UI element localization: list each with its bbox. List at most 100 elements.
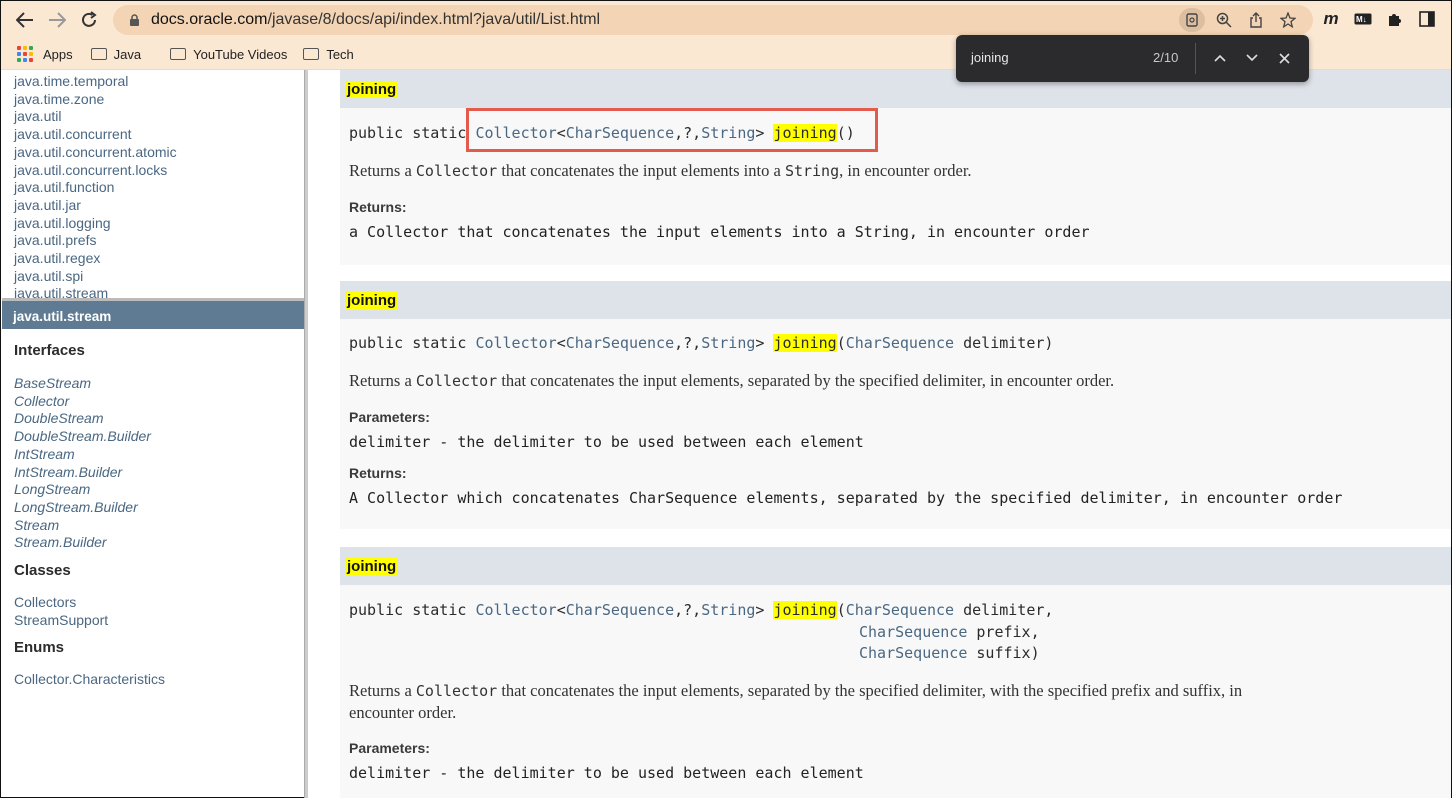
method-signature: public static Collector<CharSequence,?,S… <box>349 600 1053 665</box>
find-next-button[interactable] <box>1241 47 1263 69</box>
class-detail-frame[interactable]: joining public static Collector<CharSequ… <box>308 70 1451 798</box>
m-extension-icon[interactable]: m <box>1319 7 1343 31</box>
find-previous-button[interactable] <box>1209 47 1231 69</box>
sig-params: prefix, <box>967 622 1040 641</box>
type-link[interactable]: CharSequence <box>859 623 967 641</box>
package-link[interactable]: java.util.prefs <box>14 232 304 250</box>
method-detail-block: joining public static Collector<CharSequ… <box>340 70 1451 265</box>
class-link[interactable]: Collectors <box>14 594 304 612</box>
bookmark-apps[interactable]: Apps <box>17 46 73 62</box>
forward-button[interactable] <box>43 6 71 34</box>
package-link[interactable]: java.util.function <box>14 179 304 197</box>
interface-link[interactable]: IntStream <box>14 446 304 464</box>
sig-punct: > <box>755 334 774 352</box>
desc-code: String <box>784 162 840 180</box>
type-link[interactable]: CharSequence <box>566 334 674 352</box>
type-link[interactable]: CharSequence <box>566 601 674 619</box>
bookmark-label: Tech <box>326 46 354 62</box>
find-match-count: 2/10 <box>1153 50 1179 65</box>
method-name-highlight: joining <box>346 291 398 309</box>
interface-link[interactable]: IntStream.Builder <box>14 464 304 482</box>
markdown-extension-icon[interactable]: M↓ <box>1351 7 1375 31</box>
package-link[interactable]: java.util.stream <box>14 285 304 299</box>
type-link[interactable]: Collector <box>475 601 556 619</box>
sig-punct: ( <box>836 601 846 619</box>
method-name-highlight: joining <box>773 601 837 619</box>
package-link[interactable]: java.util.concurrent <box>14 126 304 144</box>
package-link[interactable]: java.util.concurrent.locks <box>14 162 304 180</box>
returns-label: Returns: <box>349 465 407 481</box>
type-link[interactable]: String <box>701 601 755 619</box>
method-signature: public static Collector<CharSequence,?,S… <box>349 334 1053 352</box>
sig-punct: ,?, <box>674 601 702 619</box>
extensions-puzzle-icon[interactable] <box>1383 7 1407 31</box>
package-link[interactable]: java.util.regex <box>14 250 304 268</box>
type-link[interactable]: CharSequence <box>846 601 954 619</box>
interface-link[interactable]: LongStream.Builder <box>14 499 304 517</box>
type-link[interactable]: Collector <box>475 334 556 352</box>
svg-text:M↓: M↓ <box>1356 15 1367 24</box>
package-link[interactable]: java.util.logging <box>14 215 304 233</box>
desc-text: Returns a <box>349 161 416 180</box>
desc-text: , in encounter order. <box>839 161 972 180</box>
close-icon <box>1278 52 1290 64</box>
find-query-input[interactable]: joining <box>971 50 1009 65</box>
desc-code: Collector <box>415 162 498 180</box>
interface-link[interactable]: LongStream <box>14 481 304 499</box>
interface-link[interactable]: Stream.Builder <box>14 534 304 552</box>
reload-button[interactable] <box>75 6 103 34</box>
type-link[interactable]: CharSequence <box>859 644 967 662</box>
bookmark-label: YouTube Videos <box>193 46 288 62</box>
sig-modifiers: public static <box>349 334 476 352</box>
url-path: /javase/8/docs/api/index.html?java/util/… <box>267 11 601 28</box>
address-bar[interactable]: docs.oracle.com/javase/8/docs/api/index.… <box>113 5 1313 35</box>
folder-icon <box>90 48 107 60</box>
interface-link[interactable]: BaseStream <box>14 375 304 393</box>
returns-label: Returns: <box>349 199 407 215</box>
find-close-button[interactable] <box>1273 47 1295 69</box>
find-in-page-icon[interactable] <box>1179 8 1205 32</box>
package-link[interactable]: java.util.spi <box>14 268 304 286</box>
back-button[interactable] <box>11 6 39 34</box>
bookmark-tech[interactable]: Tech <box>303 46 354 62</box>
enum-link[interactable]: Collector.Characteristics <box>14 671 304 689</box>
package-link[interactable]: java.time.temporal <box>14 73 304 91</box>
bookmark-star-icon[interactable] <box>1275 8 1301 32</box>
chevron-up-icon <box>1214 54 1226 62</box>
sig-punct: ,?, <box>674 334 702 352</box>
zoom-icon[interactable] <box>1211 8 1237 32</box>
url-text: docs.oracle.com/javase/8/docs/api/index.… <box>151 11 600 29</box>
method-detail-block: joining public static Collector<CharSequ… <box>340 281 1451 529</box>
bookmark-youtube-videos[interactable]: YouTube Videos <box>170 47 287 62</box>
interface-link[interactable]: Stream <box>14 517 304 535</box>
package-link[interactable]: java.time.zone <box>14 91 304 109</box>
side-panel-icon[interactable] <box>1415 7 1439 31</box>
interface-link[interactable]: Collector <box>14 393 304 411</box>
class-link[interactable]: StreamSupport <box>14 612 304 630</box>
interface-link[interactable]: DoubleStream.Builder <box>14 428 304 446</box>
sig-punct: < <box>556 601 566 619</box>
sig-modifiers: public static <box>349 601 476 619</box>
type-link[interactable]: String <box>701 334 755 352</box>
bookmark-java[interactable]: Java <box>90 47 141 62</box>
type-link[interactable]: CharSequence <box>846 334 954 352</box>
sig-punct: < <box>556 334 566 352</box>
parameters-label: Parameters: <box>349 740 430 756</box>
bookmark-label: Apps <box>43 46 73 62</box>
returns-text: A Collector which concatenates CharSeque… <box>349 489 1343 507</box>
package-link[interactable]: java.util.jar <box>14 197 304 215</box>
returns-text: a Collector that concatenates the input … <box>349 223 1090 241</box>
folder-icon <box>170 48 187 60</box>
sig-params: delimiter, <box>954 601 1054 619</box>
package-link[interactable]: java.util <box>14 108 304 126</box>
sig-modifiers: public static <box>349 124 476 142</box>
browser-toolbar: docs.oracle.com/javase/8/docs/api/index.… <box>1 1 1451 39</box>
package-title[interactable]: java.util.stream <box>2 301 304 329</box>
method-detail-block: joining public static Collector<CharSequ… <box>340 547 1451 798</box>
interface-link[interactable]: DoubleStream <box>14 410 304 428</box>
package-link[interactable]: java.util.concurrent.atomic <box>14 144 304 162</box>
share-icon[interactable] <box>1243 8 1269 32</box>
method-description: Returns a Collector that concatenates th… <box>349 161 972 181</box>
package-list-frame[interactable]: java.time.temporal java.time.zone java.u… <box>2 70 305 299</box>
sig-params: suffix) <box>967 644 1040 662</box>
